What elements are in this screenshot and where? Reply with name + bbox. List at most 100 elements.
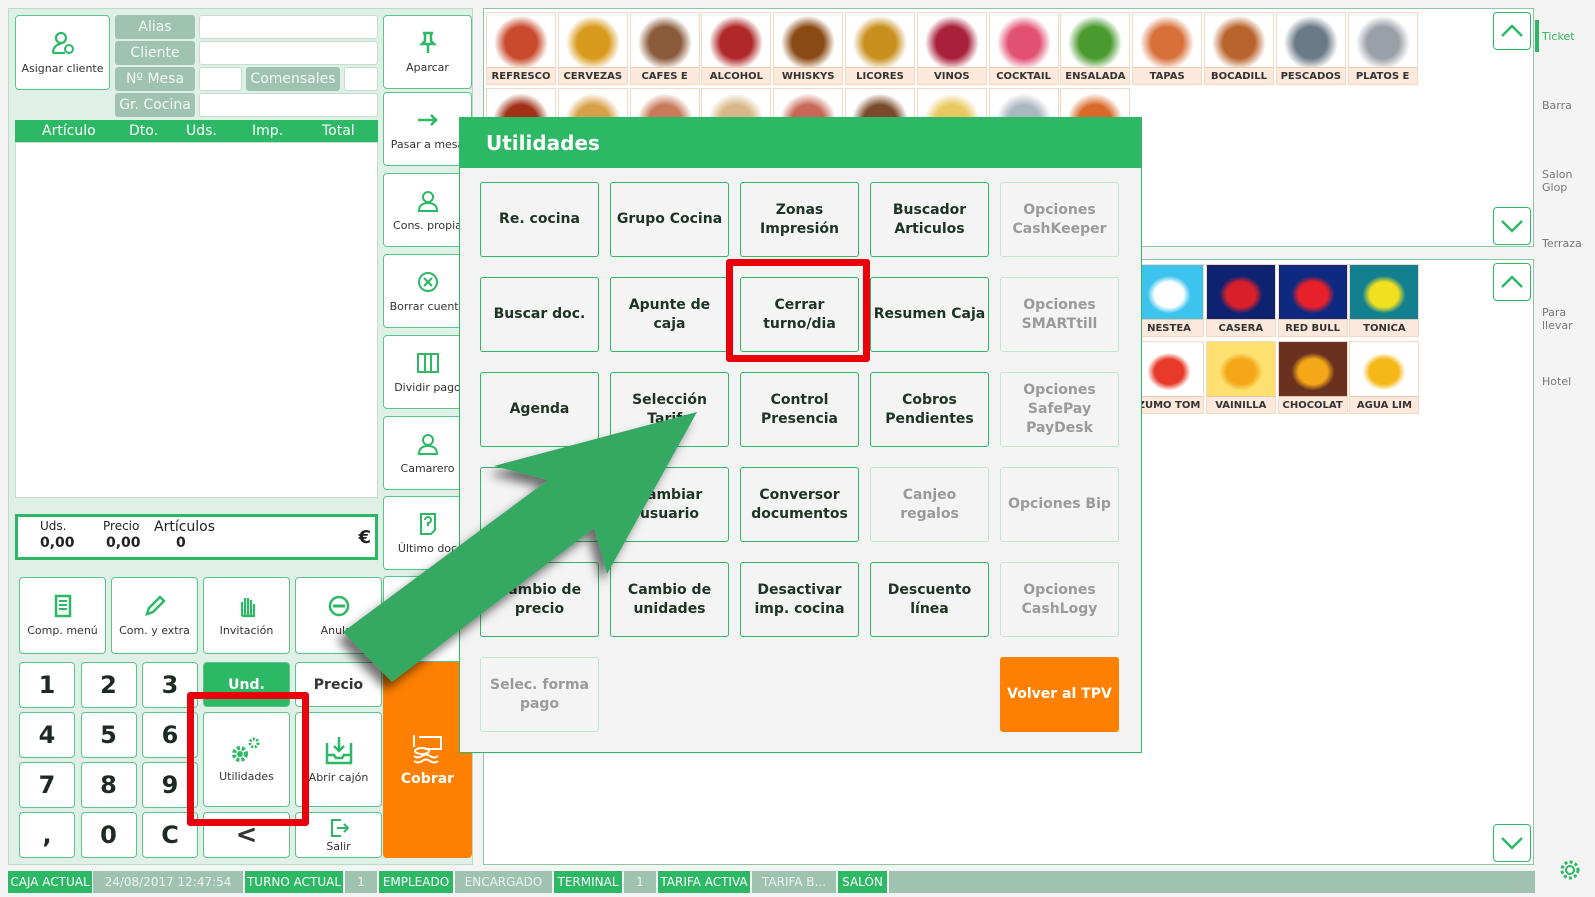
- status-item: EMPLEADO: [379, 871, 453, 893]
- user-add-icon: [51, 31, 74, 55]
- settings-icon[interactable]: [1558, 858, 1582, 886]
- tab-terraza[interactable]: Terraza: [1542, 237, 1582, 250]
- tab-ticket[interactable]: Ticket: [1535, 20, 1575, 52]
- pin-icon: [418, 31, 437, 53]
- util-buscador-articulos-button[interactable]: Buscador Articulos: [870, 182, 989, 257]
- util-agenda-button[interactable]: Agenda: [480, 372, 599, 447]
- col-uds: Uds.: [186, 123, 217, 139]
- family-image: [630, 13, 699, 67]
- util-apunte-de-caja-button[interactable]: Apunte de caja: [610, 277, 729, 352]
- util-zonas-impresi-n-button[interactable]: Zonas Impresión: [740, 182, 859, 257]
- backspace-button[interactable]: <: [203, 812, 290, 858]
- assign-customer-button[interactable]: Asignar cliente: [15, 15, 110, 90]
- family-tile[interactable]: CERVEZAS: [557, 12, 628, 85]
- family-tile[interactable]: BOCADILL: [1204, 12, 1274, 85]
- product-tile[interactable]: ZUMO TOM: [1134, 341, 1204, 414]
- product-image: [1278, 265, 1347, 319]
- family-image: [487, 13, 555, 67]
- alias-input[interactable]: [199, 15, 378, 39]
- products-scroll-up[interactable]: [1493, 263, 1531, 301]
- customer-input[interactable]: [199, 41, 378, 65]
- open-drawer-button[interactable]: Abrir cajón: [295, 712, 382, 807]
- price-mode-button[interactable]: Precio: [295, 662, 382, 707]
- product-image: [1206, 342, 1275, 396]
- tab-hotel[interactable]: Hotel: [1542, 375, 1571, 388]
- chevron-up-icon: [1501, 275, 1523, 288]
- document-icon: [419, 512, 436, 535]
- util-volver-al-tpv-button[interactable]: Volver al TPV: [1000, 657, 1119, 732]
- key-9[interactable]: 9: [142, 762, 198, 808]
- family-image: [1276, 13, 1345, 67]
- status-item: ENCARGADO: [455, 871, 552, 893]
- util-control-presencia-button[interactable]: Control Presencia: [740, 372, 859, 447]
- util-desactivar-imp-cocina-button[interactable]: Desactivar imp. cocina: [740, 562, 859, 637]
- util-descuento-l-nea-button[interactable]: Descuento línea: [870, 562, 989, 637]
- util-buscar-doc--button[interactable]: Buscar doc.: [480, 277, 599, 352]
- family-tile[interactable]: WHISKYS: [773, 12, 844, 85]
- table-number-input[interactable]: [199, 67, 242, 91]
- family-tile[interactable]: PLATOS E: [1347, 12, 1418, 85]
- comments-extras-button[interactable]: Com. y extra: [111, 577, 198, 654]
- product-tile[interactable]: CASERA: [1205, 264, 1276, 337]
- tab-barra[interactable]: Barra: [1542, 99, 1572, 112]
- utilities-button[interactable]: Utilidades: [203, 712, 290, 807]
- util-cambio-de-unidades-button[interactable]: Cambio de unidades: [610, 562, 729, 637]
- utilities-dialog: Utilidades Re. cocina Grupo Cocina Zonas I…: [459, 117, 1142, 753]
- ticket-lines-list[interactable]: [15, 142, 378, 498]
- family-tile[interactable]: TAPAS: [1132, 12, 1203, 85]
- util-cambiar-usuario-button[interactable]: Cambiar usuario: [610, 467, 729, 542]
- active-tab-indicator: [1535, 20, 1539, 52]
- family-tile[interactable]: REFRESCO: [486, 12, 556, 85]
- product-tile[interactable]: AGUA LIM: [1349, 341, 1420, 414]
- family-tile[interactable]: LICORES: [845, 12, 915, 85]
- tab-salon-glop[interactable]: Salon Glop: [1542, 168, 1595, 194]
- menu-components-button[interactable]: Comp. menú: [19, 577, 106, 654]
- family-image: [1205, 13, 1273, 67]
- family-tile[interactable]: ENSALADA: [1060, 12, 1131, 85]
- exit-button[interactable]: Salir: [295, 812, 382, 858]
- family-tile[interactable]: PESCADOS: [1275, 12, 1346, 85]
- cash-icon: [412, 735, 442, 764]
- product-tile[interactable]: TONICA: [1349, 264, 1420, 337]
- key-4[interactable]: 4: [19, 712, 75, 758]
- family-tile[interactable]: CAFES E: [629, 12, 700, 85]
- key-C[interactable]: C: [142, 812, 198, 858]
- family-tile[interactable]: VINOS: [916, 12, 987, 85]
- key-7[interactable]: 7: [19, 762, 75, 808]
- key-2[interactable]: 2: [80, 662, 137, 708]
- util-cobros-pendientes-button[interactable]: Cobros Pendientes: [870, 372, 989, 447]
- key-0[interactable]: 0: [80, 812, 137, 858]
- key-comma[interactable]: ,: [19, 812, 75, 858]
- units-mode-button[interactable]: Und.: [203, 662, 290, 707]
- status-item: TERMINAL: [554, 871, 622, 893]
- families-scroll-up[interactable]: [1493, 12, 1531, 50]
- util-conversor-documentos-button[interactable]: Conversor documentos: [740, 467, 859, 542]
- family-tile[interactable]: COCKTAIL: [988, 12, 1059, 85]
- kitchen-group-input[interactable]: [199, 93, 378, 117]
- cancel-button[interactable]: Anular: [295, 577, 382, 654]
- util-selecci-n-tarifa-button[interactable]: Selección Tarifa: [610, 372, 729, 447]
- util-resumen-caja-button[interactable]: Resumen Caja: [870, 277, 989, 352]
- key-3[interactable]: 3: [142, 662, 198, 708]
- product-tile[interactable]: CHOCOLAT: [1277, 341, 1348, 414]
- key-8[interactable]: 8: [80, 762, 137, 808]
- tab-para-llevar[interactable]: Para llevar: [1542, 306, 1595, 332]
- diners-input[interactable]: [344, 67, 378, 91]
- util-grupo-cocina-button[interactable]: Grupo Cocina: [610, 182, 729, 257]
- key-5[interactable]: 5: [80, 712, 137, 758]
- family-tile[interactable]: ALCOHOL: [701, 12, 772, 85]
- product-tile[interactable]: NESTEA: [1134, 264, 1204, 337]
- product-tile[interactable]: VAINILLA: [1205, 341, 1276, 414]
- families-scroll-down[interactable]: [1493, 207, 1531, 245]
- util-cerrar-turno-dia-button[interactable]: Cerrar turno/dia: [740, 277, 859, 352]
- products-scroll-down[interactable]: [1493, 824, 1531, 862]
- util-re-cocina-button[interactable]: Re. cocina: [480, 182, 599, 257]
- util-nu-button[interactable]: Nu: [480, 467, 599, 542]
- util-cambio-de-precio-button[interactable]: Cambio de precio: [480, 562, 599, 637]
- park-button[interactable]: Aparcar: [383, 15, 472, 89]
- product-tile[interactable]: RED BULL: [1277, 264, 1348, 337]
- key-6[interactable]: 6: [142, 712, 198, 758]
- key-1[interactable]: 1: [19, 662, 75, 708]
- articles-label: Artículos: [154, 519, 216, 535]
- invitation-button[interactable]: Invitación: [203, 577, 290, 654]
